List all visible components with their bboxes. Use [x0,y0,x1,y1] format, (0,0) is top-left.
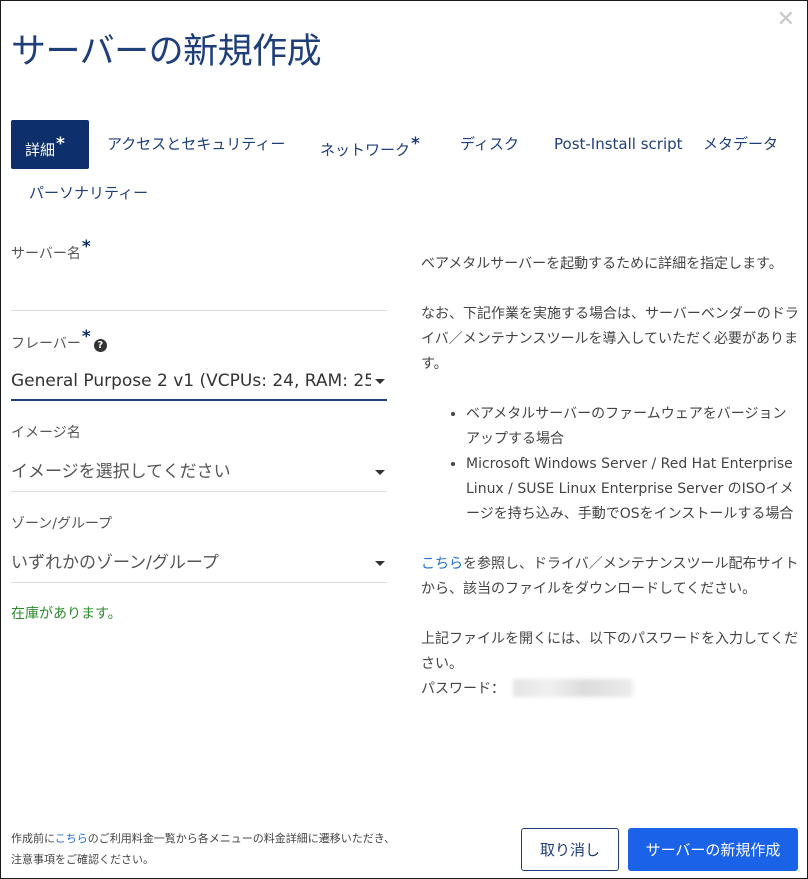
stock-status: 在庫があります。 [11,606,122,622]
chevron-down-icon [375,470,385,475]
info-password-hint: 上記ファイルを開くには、以下のパスワードを入力してください。 [421,631,799,672]
cancel-button[interactable]: 取り消し [521,828,619,871]
tab-label: メタデータ [703,135,779,153]
tab-label: ディスク [460,135,519,153]
tab-label: パーソナリティー [29,184,149,202]
tab-label: Post-Install script [554,135,683,153]
required-asterisk: * [411,134,420,154]
tab-label: 詳細 [25,141,56,159]
help-icon[interactable]: ? [93,339,107,352]
chevron-down-icon [375,561,385,566]
flavor-select[interactable]: General Purpose 2 v1 (VCPUs: 24, RAM: 25… [11,361,387,401]
zone-selected-value: いずれかのゾーン/グループ [11,553,219,573]
reference-link[interactable]: こちら [421,556,463,572]
create-server-button[interactable]: サーバーの新規作成 [628,828,798,871]
tab-network[interactable]: ネットワーク* [320,120,420,169]
info-notice: なお、下記作業を実施する場合は、サーバーベンダーのドライバ／メンテナンスツールを… [421,306,799,372]
image-label: イメージ名 [11,425,81,441]
tab-access-security[interactable]: アクセスとセキュリティー [107,120,285,169]
tab-label: アクセスとセキュリティー [107,135,286,153]
tab-label: ネットワーク [320,141,411,159]
info-panel: ベアメタルサーバーを起動するために詳細を指定します。 なお、下記作業を実施する場… [421,252,799,702]
zone-select[interactable]: いずれかのゾーン/グループ [11,543,387,583]
flavor-selected-value: General Purpose 2 v1 (VCPUs: 24, RAM: 25… [11,371,371,391]
server-name-input[interactable] [11,269,387,311]
info-intro: ベアメタルサーバーを起動するために詳細を指定します。 [421,256,783,272]
footer-note-rest: のご利用料金一覧から各メニューの料金詳細に遷移いただき、 [87,832,396,845]
info-download: こちらを参照し、ドライバ／メンテナンスツール配布サイトから、該当のファイルをダウ… [421,552,799,602]
tab-personality[interactable]: パーソナリティー [29,169,148,218]
list-item: ベアメタルサーバーのファームウェアをバージョンアップする場合 [466,402,799,452]
page-title: サーバーの新規作成 [11,32,322,72]
footer-note-line1: 作成前にこちらのご利用料金一覧から各メニューの料金詳細に遷移いただき、 [11,828,395,849]
zone-label: ゾーン/グループ [11,516,113,532]
password-row: パスワード： [421,677,799,702]
password-value-redacted [513,679,633,697]
server-name-label-text: サーバー名 [11,246,81,262]
tab-details[interactable]: 詳細* [11,120,89,169]
close-icon[interactable]: ✕ [777,9,795,31]
required-asterisk: * [81,237,91,257]
chevron-down-icon [375,379,385,384]
pricing-link[interactable]: こちら [55,832,88,845]
tab-post-install-script[interactable]: Post-Install script [554,120,683,169]
tab-metadata[interactable]: メタデータ [703,120,778,169]
footer-note-prefix: 作成前に [11,832,55,845]
server-name-label: サーバー名* [11,237,91,263]
footer-note-line2: 注意事項をご確認ください。 [11,853,154,866]
password-label: パスワード： [421,681,505,697]
tab-disk[interactable]: ディスク [460,120,519,169]
required-asterisk: * [56,134,65,154]
required-asterisk: * [81,327,91,347]
info-download-text: を参照し、ドライバ／メンテナンスツール配布サイトから、該当のファイルをダウンロー… [421,556,799,597]
flavor-label-text: フレーバー [11,336,81,352]
create-server-dialog: ✕ サーバーの新規作成 詳細* アクセスとセキュリティー ネットワーク* ディス… [0,0,808,879]
flavor-label: フレーバー*? [11,327,107,353]
footer-note: 作成前にこちらのご利用料金一覧から各メニューの料金詳細に遷移いただき、 注意事項… [11,828,395,870]
info-bullet-list: ベアメタルサーバーのファームウェアをバージョンアップする場合 Microsoft… [421,402,799,527]
image-select[interactable]: イメージを選択してください [11,452,387,492]
image-selected-value: イメージを選択してください [11,462,231,482]
list-item: Microsoft Windows Server / Red Hat Enter… [466,452,799,527]
